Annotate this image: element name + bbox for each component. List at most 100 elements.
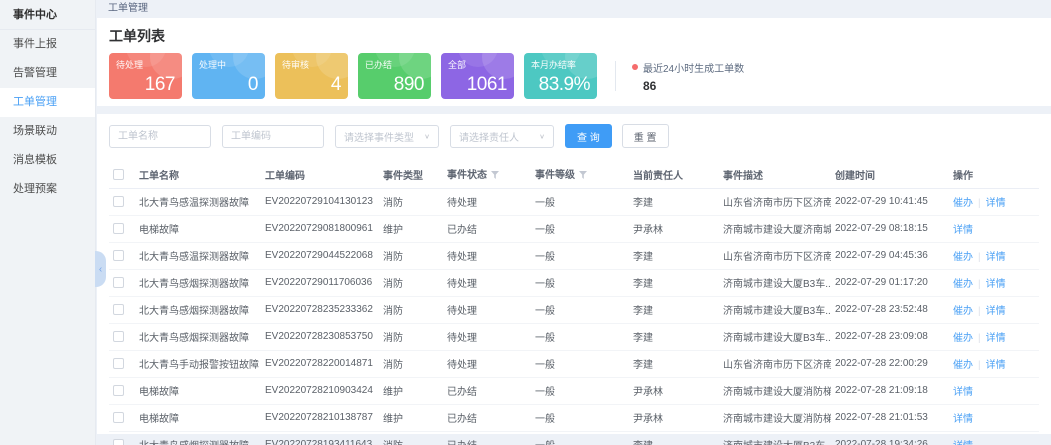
stat-card-label: 已办结 xyxy=(365,58,392,71)
stat-card-label: 待审核 xyxy=(282,58,309,71)
row-checkbox[interactable] xyxy=(113,358,124,369)
stat-card-value: 167 xyxy=(145,74,175,96)
details-action-link[interactable]: 详情 xyxy=(953,387,973,398)
last-24h-stat: 最近24小时生成工单数 86 xyxy=(632,60,744,93)
event-description-cell: 济南城市建设大厦消防梯... xyxy=(719,377,831,404)
created-time-cell: 2022-07-28 23:52:48 xyxy=(831,296,949,323)
created-time-cell: 2022-07-28 23:09:08 xyxy=(831,323,949,350)
order-name-input[interactable] xyxy=(109,125,211,148)
sidebar-collapse-handle[interactable]: ‹ xyxy=(95,251,106,287)
sidebar-item[interactable]: 处理预案 xyxy=(0,175,95,204)
urge-action-link[interactable]: 催办 xyxy=(953,306,973,317)
event-description-cell: 济南城市建设大厦消防梯... xyxy=(719,404,831,431)
owner-cell: 李建 xyxy=(629,188,719,215)
row-checkbox[interactable] xyxy=(113,250,124,261)
owner-cell: 尹承林 xyxy=(629,215,719,242)
event-status-cell: 待处理 xyxy=(443,323,531,350)
sidebar-item[interactable]: 消息模板 xyxy=(0,146,95,175)
details-action-link[interactable]: 详情 xyxy=(953,225,973,236)
details-action-link[interactable]: 详情 xyxy=(986,279,1006,290)
row-checkbox[interactable] xyxy=(113,196,124,207)
row-checkbox[interactable] xyxy=(113,385,124,396)
order-name-cell: 北大青鸟感烟探测器故障 xyxy=(135,323,261,350)
details-action-link[interactable]: 详情 xyxy=(986,252,1006,263)
actions-cell: 详情 xyxy=(949,431,1039,445)
stat-card-value: 1061 xyxy=(467,74,507,96)
sidebar-item[interactable]: 工单管理 xyxy=(0,88,95,117)
owner-cell: 李建 xyxy=(629,431,719,445)
row-checkbox[interactable] xyxy=(113,223,124,234)
stat-card: 本月办结率83.9% xyxy=(524,53,597,99)
sidebar-header: 事件中心 xyxy=(0,0,95,30)
urge-action-link[interactable]: 催办 xyxy=(953,252,973,263)
stat-card-label: 全部 xyxy=(448,58,466,71)
details-action-link[interactable]: 详情 xyxy=(953,441,973,445)
chevron-down-icon: ∨ xyxy=(539,132,545,140)
action-separator: | xyxy=(978,252,981,263)
breadcrumb: 工单管理 xyxy=(97,0,1051,18)
event-status-cell: 待处理 xyxy=(443,242,531,269)
event-level-cell: 一般 xyxy=(531,269,629,296)
sidebar-item[interactable]: 事件上报 xyxy=(0,30,95,59)
sidebar: 事件中心 事件上报告警管理工单管理场景联动消息模板处理预案 xyxy=(0,0,96,445)
created-time-cell: 2022-07-28 22:00:29 xyxy=(831,350,949,377)
created-time-cell: 2022-07-28 19:34:26 xyxy=(831,431,949,445)
sidebar-item[interactable]: 场景联动 xyxy=(0,117,95,146)
event-type-select[interactable]: 请选择事件类型 ∨ xyxy=(335,125,439,148)
event-description-cell: 山东省济南市历下区济南... xyxy=(719,188,831,215)
created-time-cell: 2022-07-29 01:17:20 xyxy=(831,269,949,296)
main-area: 工单管理 工单列表 待处理167处理中0待审核4已办结890全部1061本月办结… xyxy=(97,0,1051,445)
owner-select[interactable]: 请选择责任人 ∨ xyxy=(450,125,554,148)
filter-icon[interactable] xyxy=(579,171,587,182)
row-select-cell xyxy=(109,377,135,404)
details-action-link[interactable]: 详情 xyxy=(953,414,973,425)
row-checkbox[interactable] xyxy=(113,304,124,315)
order-name-cell: 北大青鸟感温探测器故障 xyxy=(135,242,261,269)
column-header-label: 事件类型 xyxy=(383,171,423,182)
actions-cell: 详情 xyxy=(949,404,1039,431)
order-name-cell: 北大青鸟感烟探测器故障 xyxy=(135,431,261,445)
table-row: 北大青鸟感温探测器故障EV20220729044522068消防待处理一般李建山… xyxy=(109,242,1039,269)
row-checkbox[interactable] xyxy=(113,277,124,288)
table-row: 电梯故障EV20220729081800961维护已办结一般尹承林济南城市建设大… xyxy=(109,215,1039,242)
row-checkbox[interactable] xyxy=(113,412,124,423)
table-row: 北大青鸟感烟探测器故障EV20220729011706036消防待处理一般李建济… xyxy=(109,269,1039,296)
reset-button[interactable]: 重 置 xyxy=(622,124,669,148)
details-action-link[interactable]: 详情 xyxy=(986,198,1006,209)
actions-cell: 催办|详情 xyxy=(949,269,1039,296)
stat-card-label: 待处理 xyxy=(116,58,143,71)
table-row: 北大青鸟感烟探测器故障EV20220728230853750消防待处理一般李建济… xyxy=(109,323,1039,350)
event-level-cell: 一般 xyxy=(531,404,629,431)
order-code-cell: EV20220728235233362 xyxy=(261,296,379,323)
row-checkbox[interactable] xyxy=(113,331,124,342)
action-separator: | xyxy=(978,333,981,344)
column-header-label: 创建时间 xyxy=(835,171,875,182)
actions-cell: 详情 xyxy=(949,377,1039,404)
column-header: 工单编码 xyxy=(261,161,379,188)
details-action-link[interactable]: 详情 xyxy=(986,360,1006,371)
urge-action-link[interactable]: 催办 xyxy=(953,198,973,209)
event-type-cell: 消防 xyxy=(379,431,443,445)
filter-bar: 请选择事件类型 ∨ 请选择责任人 ∨ 查 询 重 置 xyxy=(109,124,1039,148)
order-name-cell: 电梯故障 xyxy=(135,377,261,404)
event-status-cell: 已办结 xyxy=(443,404,531,431)
details-action-link[interactable]: 详情 xyxy=(986,306,1006,317)
actions-cell: 详情 xyxy=(949,215,1039,242)
row-select-cell xyxy=(109,323,135,350)
urge-action-link[interactable]: 催办 xyxy=(953,360,973,371)
column-header: 创建时间 xyxy=(831,161,949,188)
row-checkbox[interactable] xyxy=(113,439,124,445)
last-24h-legend: 最近24小时生成工单数 xyxy=(632,60,744,75)
urge-action-link[interactable]: 催办 xyxy=(953,333,973,344)
sidebar-item[interactable]: 告警管理 xyxy=(0,59,95,88)
select-all-checkbox[interactable] xyxy=(113,169,124,180)
event-status-cell: 已办结 xyxy=(443,377,531,404)
row-select-cell xyxy=(109,431,135,445)
order-code-input[interactable] xyxy=(222,125,324,148)
search-button[interactable]: 查 询 xyxy=(565,124,612,148)
filter-icon[interactable] xyxy=(491,171,499,182)
actions-cell: 催办 | 详情 xyxy=(949,242,1039,269)
urge-action-link[interactable]: 催办 xyxy=(953,279,973,290)
details-action-link[interactable]: 详情 xyxy=(986,333,1006,344)
row-select-cell xyxy=(109,188,135,215)
